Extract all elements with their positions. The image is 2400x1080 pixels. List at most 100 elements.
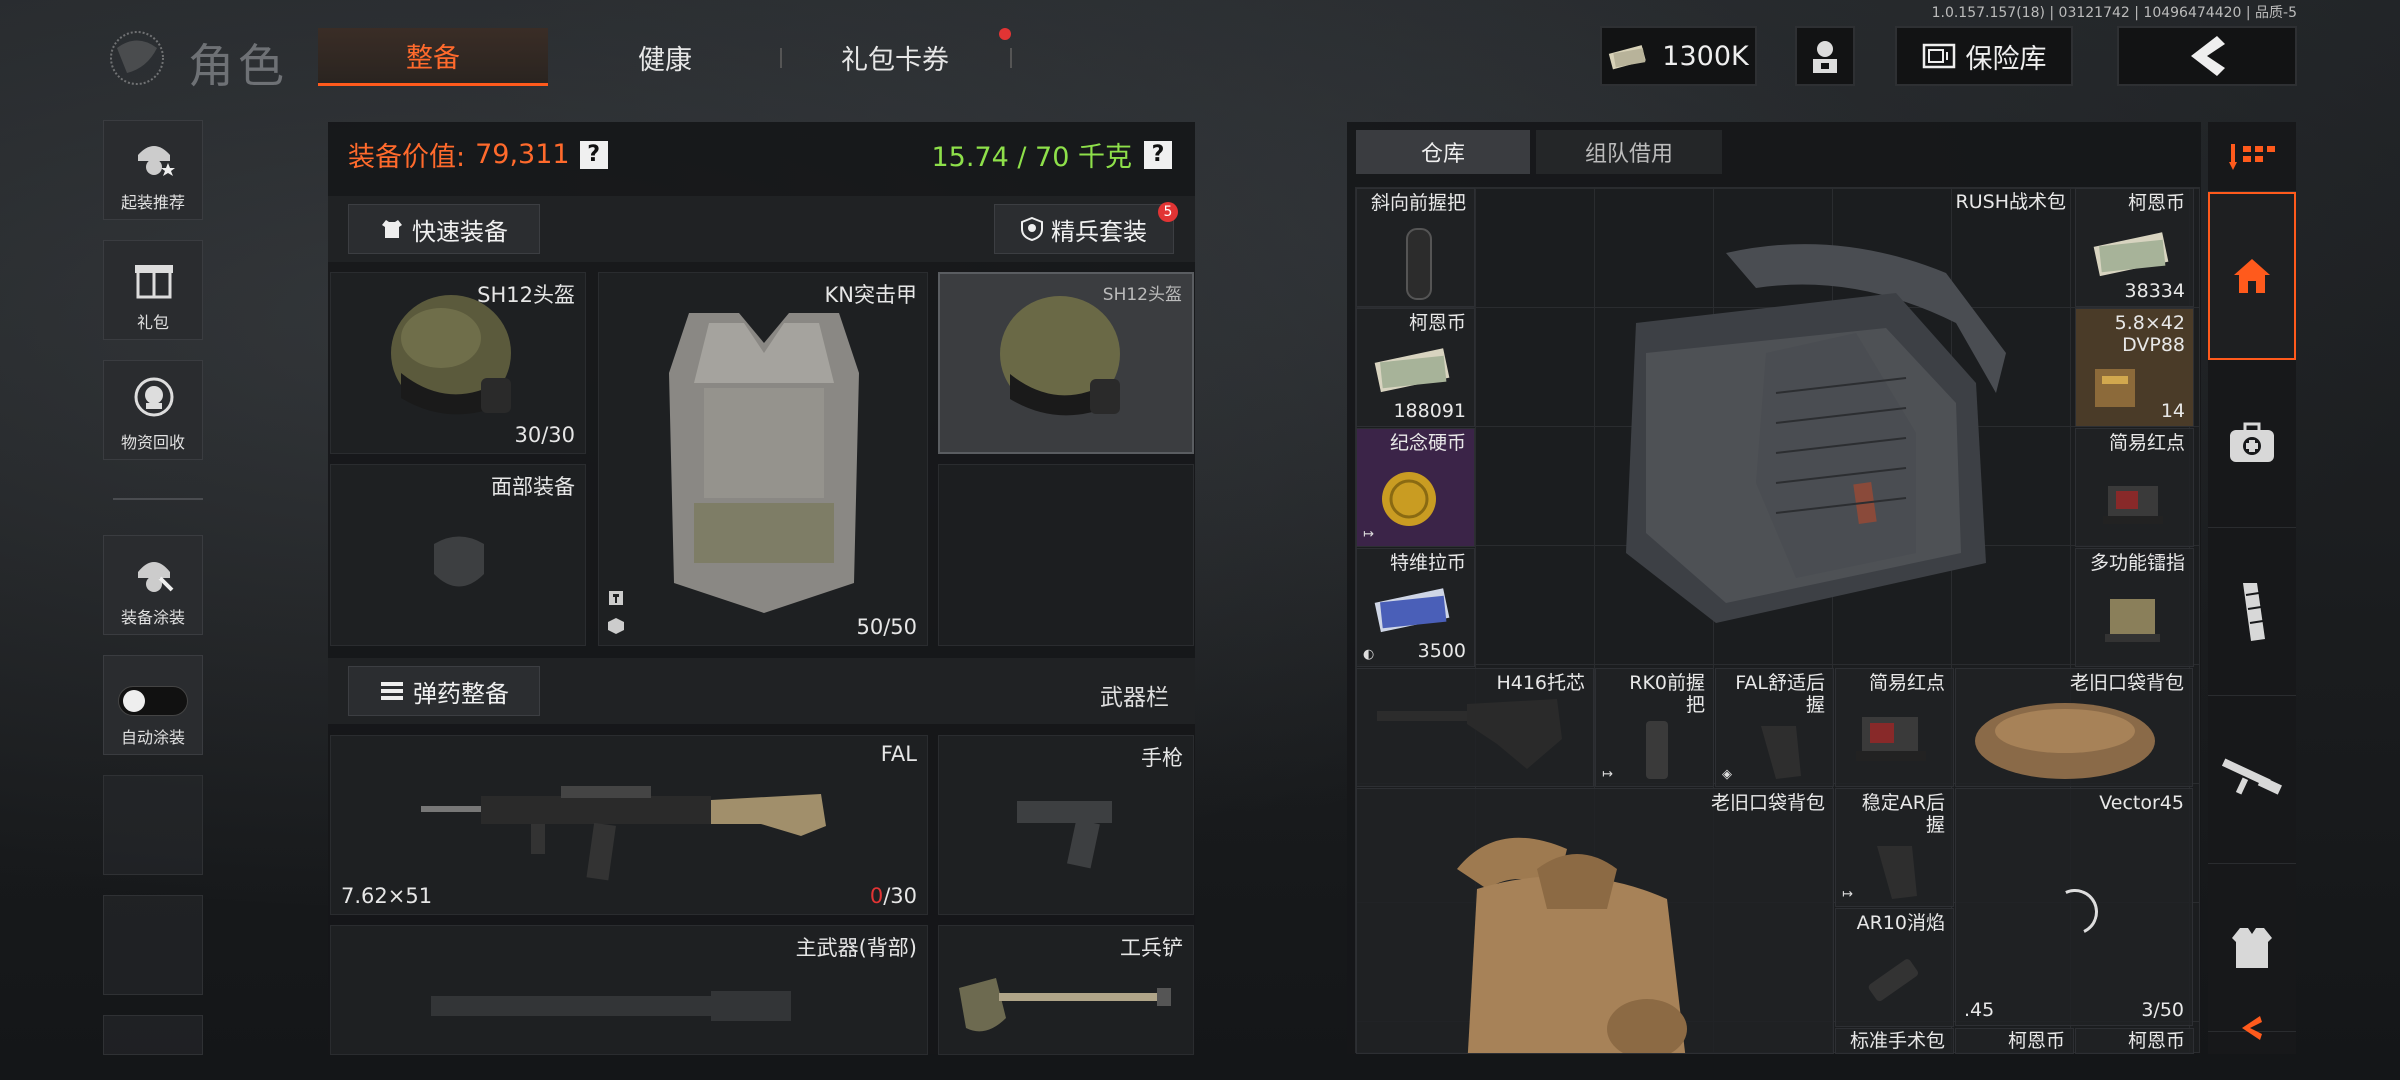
magazine-icon — [2243, 582, 2265, 641]
ammo-supply-button[interactable]: 弹药整备 — [348, 666, 540, 716]
cash-stack-image — [1374, 588, 1450, 633]
item-name: 标准手术包 — [1849, 1030, 1945, 1052]
inventory-item[interactable]: 标准手术包 — [1835, 1028, 1954, 1054]
collapse-button[interactable] — [2208, 1002, 2296, 1054]
inventory-item[interactable]: 老旧口袋背包 — [1955, 668, 2193, 787]
quick-equip-button[interactable]: 快速装备 — [348, 204, 540, 254]
back-weapon-slot[interactable]: 主武器(背部) — [330, 925, 928, 1055]
back-button[interactable] — [2117, 26, 2297, 86]
durability: 30/30 — [514, 423, 575, 447]
inventory-item[interactable]: 柯恩币 — [2075, 1028, 2194, 1054]
magazine-current: 0 — [869, 884, 884, 908]
inventory-item[interactable]: 简易红点 — [1835, 668, 1954, 787]
equip-value-label: 装备价值: — [348, 142, 466, 173]
weight-row: 15.74 / 70 千克 ? — [932, 135, 1172, 174]
inventory-item[interactable]: Vector45 .45 3/50 — [1955, 788, 2193, 1026]
gift-pack-button[interactable]: 礼包 — [103, 240, 203, 340]
recommended-loadout-button[interactable]: 起装推荐 — [103, 120, 203, 220]
category-medical[interactable] — [2208, 360, 2296, 528]
inventory-item[interactable]: 简易红点 — [2075, 428, 2194, 547]
helmet-preview-slot[interactable]: SH12头盔 — [938, 272, 1194, 454]
pistol-grip-image — [1877, 846, 1917, 899]
support-button[interactable] — [1795, 26, 1855, 86]
medkit-icon — [2230, 422, 2274, 462]
inventory-item[interactable]: 老旧口袋背包 — [1356, 788, 1834, 1054]
helmet-slot[interactable]: SH12头盔 30/30 — [330, 272, 586, 454]
inventory-item[interactable]: 柯恩币 — [1955, 1028, 2074, 1054]
paint-equipment-button[interactable]: 装备涂装 — [103, 535, 203, 635]
weapon-bar-label: 武器栏 — [1100, 685, 1169, 711]
cash-icon — [1609, 45, 1647, 70]
auto-paint-toggle[interactable]: 自动涂装 — [103, 655, 203, 755]
sort-button[interactable] — [2208, 122, 2296, 192]
box-icon: ◈ — [1722, 767, 1732, 782]
currency-display[interactable]: 1300K — [1600, 26, 1757, 86]
shield-mark-icon: ◐ — [1363, 647, 1375, 662]
flash-hider-image — [1868, 959, 1919, 1002]
melee-slot[interactable]: 工兵铲 — [938, 925, 1194, 1055]
tab-team-borrow[interactable]: 组队借用 — [1536, 130, 1722, 174]
tab-label: 健康 — [638, 44, 692, 76]
category-sidebar — [2208, 122, 2296, 1054]
tab-label: 礼包卡券 — [841, 44, 949, 76]
version-text: 1.0.157.157(18) | 03121742 | 10496474420… — [1931, 5, 2297, 21]
shovel-image — [959, 978, 1171, 1032]
item-name: AR10消焰 — [1856, 912, 1945, 934]
inventory-item[interactable]: 稳定AR后 握 ↦ — [1835, 788, 1954, 907]
inventory-item[interactable]: 柯恩币 188091 — [1356, 308, 1475, 427]
tab-gift-cards[interactable]: 礼包卡券 — [810, 28, 980, 86]
inventory-item[interactable]: AR10消焰 — [1835, 908, 1954, 1027]
inventory-item[interactable]: FAL舒适后 握 ◈ — [1715, 668, 1834, 787]
item-name: FAL舒适后 握 — [1735, 672, 1825, 716]
red-dot-sight-image — [2103, 486, 2163, 524]
empty-menu-slot — [103, 895, 203, 995]
category-weapons[interactable] — [2208, 696, 2296, 864]
foregrip-image — [1646, 721, 1668, 779]
magazine-count: 0/30 — [870, 884, 917, 908]
inventory-item[interactable]: 多功能镭指 — [2075, 548, 2194, 667]
elite-set-button[interactable]: 精兵套装 — [994, 204, 1174, 254]
tab-equip[interactable]: 整备 — [318, 28, 548, 86]
inventory-item[interactable]: 5.8×42 DVP88 14 — [2075, 308, 2194, 427]
item-name: 5.8×42 DVP88 — [2114, 312, 2185, 356]
inventory-item[interactable]: 特维拉币 3500 ◐ — [1356, 548, 1475, 667]
empty-menu-slot — [103, 1015, 203, 1055]
item-count: 3/50 — [2141, 999, 2184, 1021]
item-name: 纪念硬币 — [1389, 432, 1466, 454]
help-icon[interactable]: ? — [579, 140, 608, 169]
equip-value: 79,311 — [475, 139, 570, 170]
soldier-star-icon — [138, 146, 175, 176]
pistol-slot[interactable]: 手枪 — [938, 735, 1194, 915]
item-name: 老旧口袋背包 — [1710, 792, 1825, 814]
armor-image — [669, 313, 859, 613]
item-count: 188091 — [1393, 400, 1466, 422]
category-home[interactable] — [2208, 192, 2296, 360]
inventory-item[interactable]: 纪念硬币 ↦ — [1356, 428, 1475, 547]
inventory-item[interactable]: 柯恩币 38334 — [2075, 188, 2194, 307]
inventory-item[interactable]: H416托芯 — [1356, 668, 1594, 787]
face-slot[interactable]: 面部装备 — [330, 464, 586, 646]
inventory-item[interactable]: 斜向前握把 — [1356, 188, 1475, 307]
tag-icon — [609, 591, 623, 605]
helmet-image — [1000, 296, 1120, 416]
toggle-icon[interactable] — [118, 686, 188, 716]
tab-warehouse[interactable]: 仓库 — [1356, 130, 1530, 174]
backpack-item[interactable]: RUSH战术包 — [1476, 188, 2074, 666]
help-icon[interactable]: ? — [1144, 140, 1172, 169]
category-ammo[interactable] — [2208, 528, 2296, 696]
slot-name: 面部装备 — [491, 475, 575, 499]
item-name: 柯恩币 — [2127, 1030, 2185, 1052]
gift-icon — [135, 265, 173, 299]
magazine-total: /30 — [883, 884, 917, 908]
recycle-button[interactable]: 物资回收 — [103, 360, 203, 460]
vault-button[interactable]: 保险库 — [1895, 26, 2073, 86]
tab-health[interactable]: 健康 — [580, 28, 750, 86]
armor-slot[interactable]: KN突击甲 50/50 — [598, 272, 928, 646]
item-name: 斜向前握把 — [1370, 192, 1466, 214]
slot-name: FAL — [880, 742, 917, 766]
primary-weapon-slot[interactable]: FAL 7.62×51 0/30 — [330, 735, 928, 915]
inventory-item[interactable]: RK0前握 把 ↦ — [1595, 668, 1714, 787]
item-name: 多功能镭指 — [2089, 552, 2185, 574]
exit-icon: ↦ — [1363, 527, 1374, 542]
empty-equip-slot[interactable] — [938, 464, 1194, 646]
